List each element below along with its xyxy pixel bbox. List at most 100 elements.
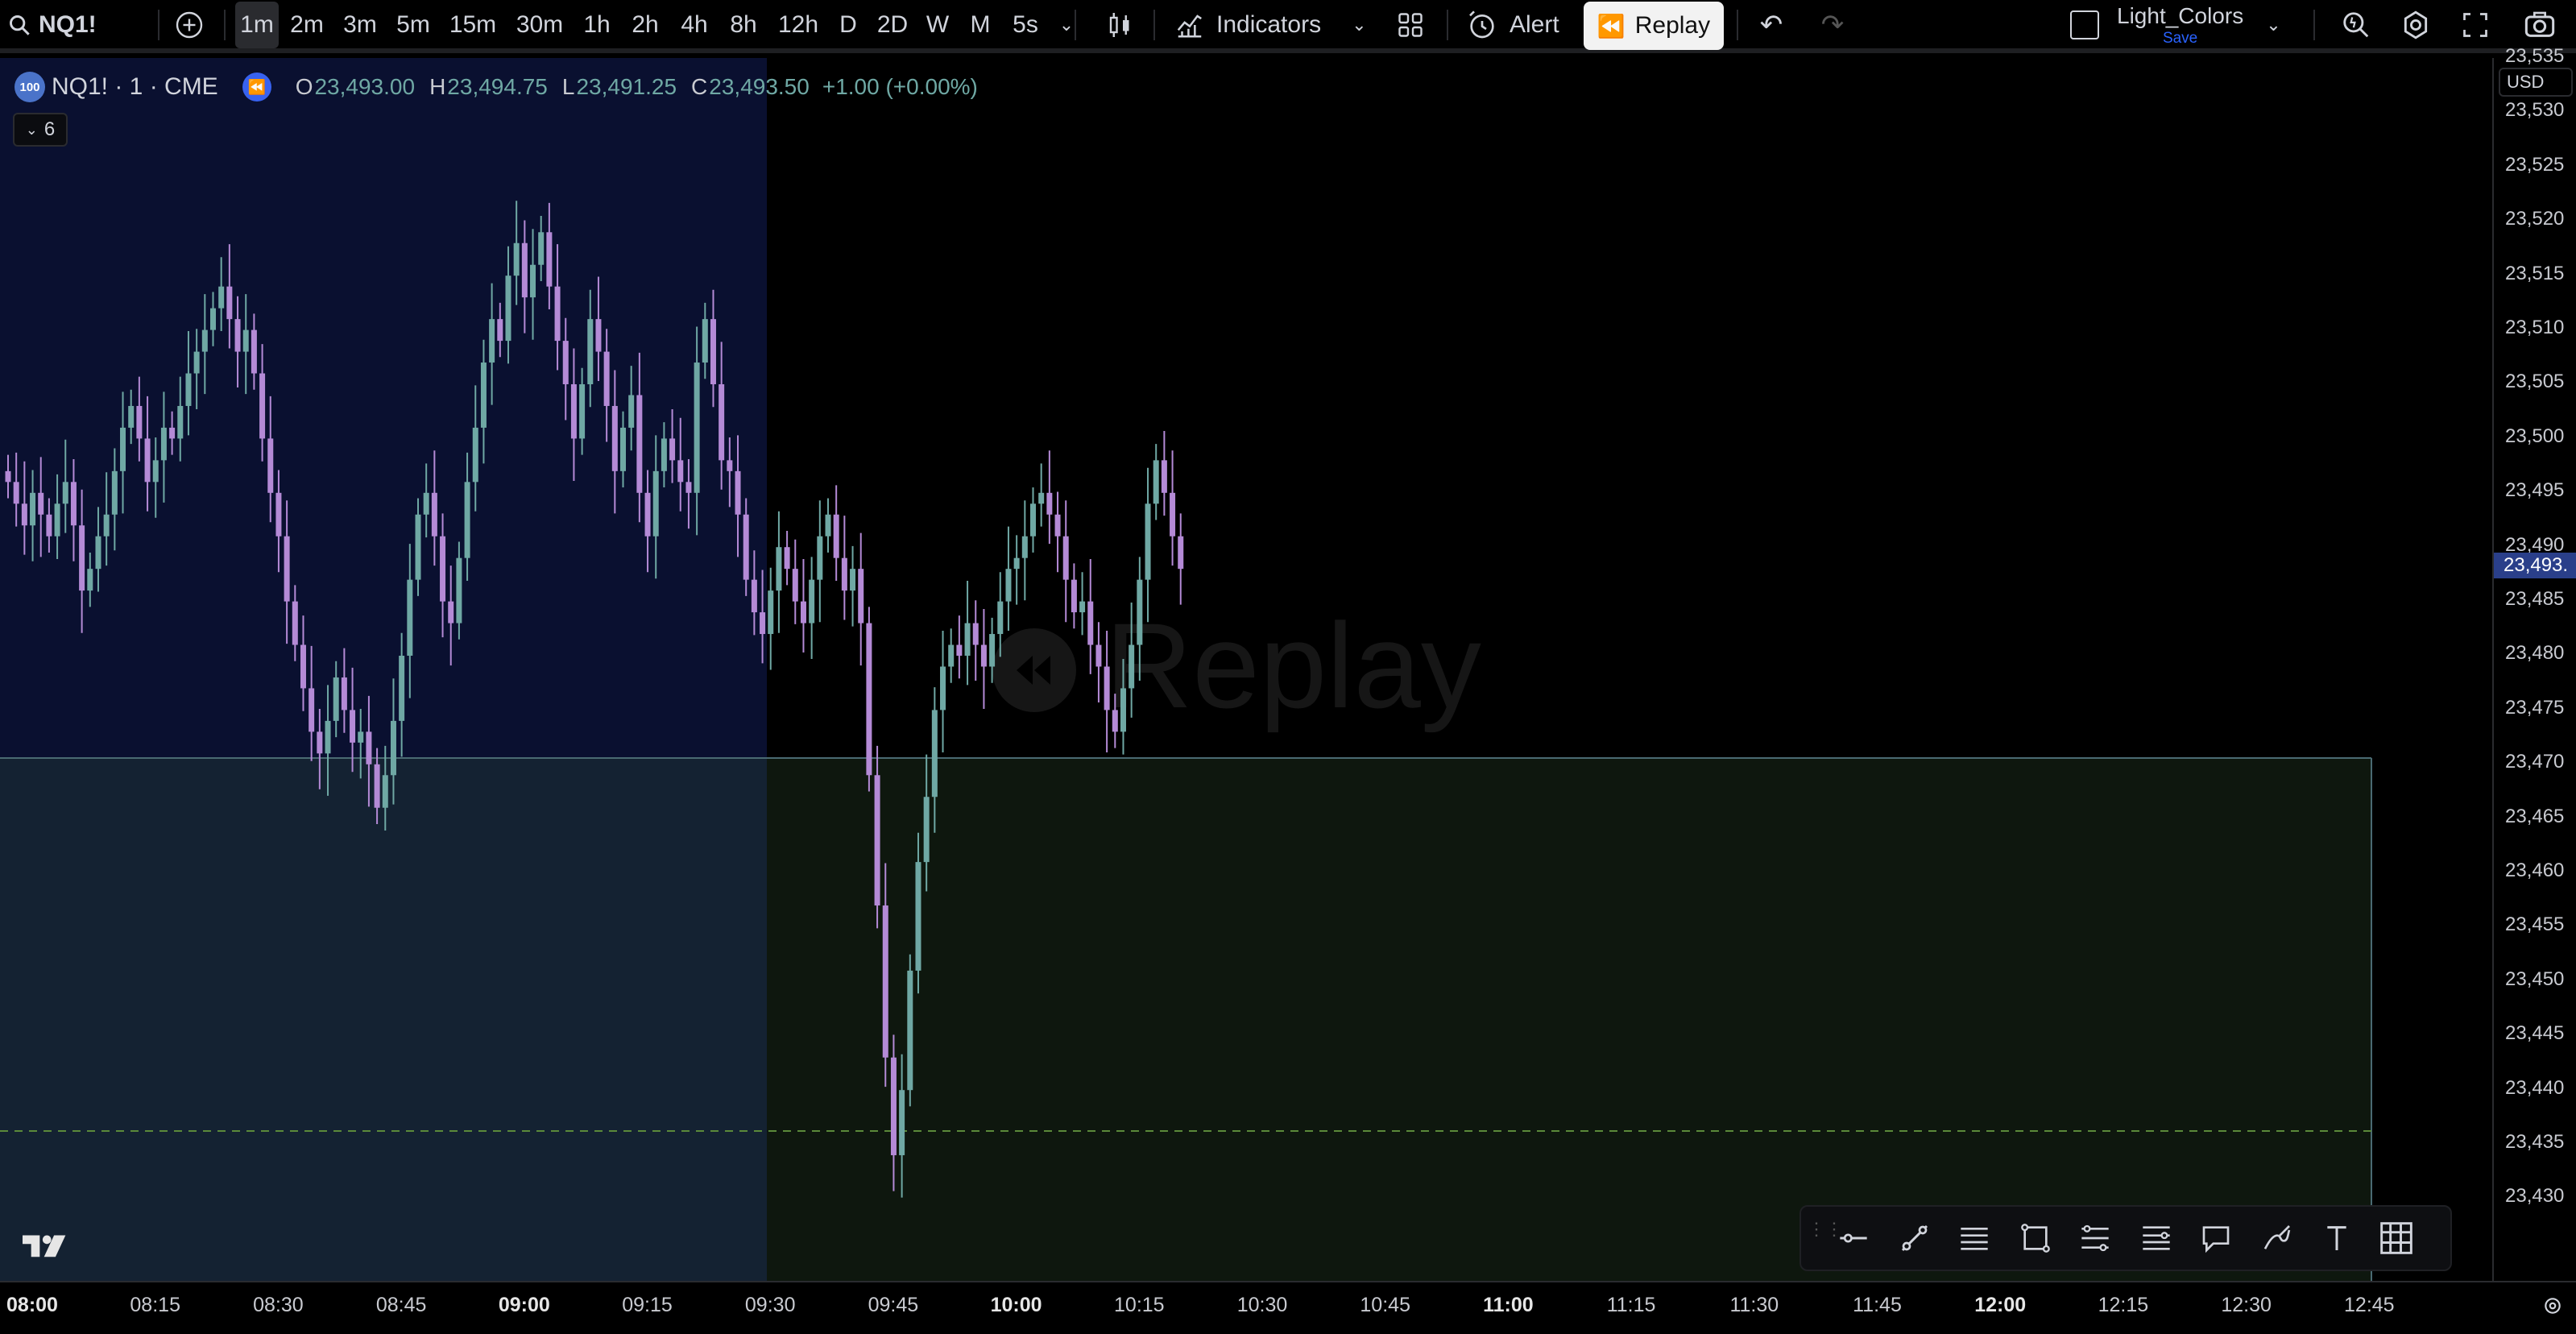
settings-button[interactable] [2396, 0, 2436, 50]
brush-tool[interactable] [2257, 1218, 2297, 1258]
symbol-label: NQ1! [39, 11, 97, 38]
indicator-count: 6 [43, 118, 56, 140]
interval-15m[interactable]: 15m [441, 0, 504, 50]
indicators-icon [1177, 14, 1202, 38]
candle-body [874, 775, 880, 906]
candle-body [5, 470, 11, 483]
layout-name-block: Light_Colors Save [2117, 4, 2243, 46]
symbol-search[interactable]: NQ1! [8, 0, 121, 50]
time-label: 12:00 [1974, 1294, 2027, 1316]
candle-body [242, 329, 249, 352]
fib-levels-icon [2081, 1224, 2109, 1252]
undo-button[interactable]: ↶ [1751, 0, 1791, 50]
interval-3m[interactable]: 3m [335, 0, 385, 50]
range-box [767, 758, 2371, 1281]
quick-search-button[interactable] [2336, 0, 2376, 50]
time-label: 11:30 [1729, 1294, 1779, 1316]
interval-30m[interactable]: 30m [507, 0, 572, 50]
interval-W[interactable]: W [918, 0, 957, 50]
symbol-description[interactable]: NQ1! · 1 · CME [52, 73, 218, 101]
replay-button[interactable]: ⏪ Replay [1584, 2, 1724, 50]
candle-body [694, 362, 700, 493]
tradingview-logo[interactable] [23, 1231, 74, 1264]
interval-2m[interactable]: 2m [282, 0, 332, 50]
candle-body [234, 319, 241, 352]
candle-body [923, 797, 930, 863]
drag-handle[interactable]: ⋮⋮ [1808, 1220, 1843, 1252]
candle-body [1046, 492, 1053, 515]
candle-body [513, 242, 520, 276]
candle-body [620, 427, 626, 471]
axis-settings-button[interactable] [2541, 1294, 2565, 1318]
fib-retracement-tool[interactable] [2075, 1218, 2115, 1258]
fullscreen-button[interactable] [2455, 0, 2495, 50]
candle-body [890, 1057, 897, 1156]
interval-1m[interactable]: 1m [235, 2, 279, 48]
candle-body [144, 438, 151, 483]
trend-line-tool[interactable] [1895, 1218, 1935, 1258]
candle-body [677, 460, 684, 483]
interval-D[interactable]: D [830, 0, 867, 50]
time-axis[interactable]: 08:00 08:15 08:30 08:45 09:00 09:15 09:30 09:45… [0, 1281, 2576, 1334]
candle-body [111, 470, 118, 515]
rectangle-tool[interactable] [2015, 1218, 2056, 1258]
parallel-channel-tool[interactable] [1954, 1218, 1994, 1258]
templates-button[interactable] [1390, 0, 1431, 50]
price-label: 23,465 [2505, 805, 2565, 827]
pitchfork-tool[interactable] [2136, 1218, 2176, 1258]
candle-body [38, 492, 44, 515]
currency-button[interactable]: USD [2499, 68, 2573, 97]
horizontal-ray-tool[interactable] [1833, 1218, 1874, 1258]
time-label: 09:00 [498, 1294, 550, 1316]
candle-body [743, 514, 749, 580]
interval-2h[interactable]: 2h [622, 0, 669, 50]
candle-body [652, 470, 659, 536]
interval-5s[interactable]: 5s [1004, 0, 1047, 50]
time-label: 09:30 [744, 1294, 796, 1316]
chevron-down-icon: ⌄ [2266, 14, 2281, 35]
chart-type-button[interactable] [1100, 0, 1141, 50]
rewind-icon: ⏪ [1597, 13, 1626, 39]
candle-body [1095, 644, 1102, 667]
interval-12h[interactable]: 12h [770, 0, 826, 50]
interval-4h[interactable]: 4h [672, 0, 717, 50]
separator [1075, 10, 1076, 40]
interval-dropdown-chevron-icon[interactable]: ⌄ [1050, 0, 1083, 50]
callout-tool[interactable] [2196, 1218, 2236, 1258]
snapshot-button[interactable] [2518, 0, 2562, 50]
price-label: 23,510 [2505, 317, 2565, 338]
interval-1h[interactable]: 1h [575, 0, 619, 50]
candle-body [579, 384, 586, 439]
chart-pane[interactable]: Replay [0, 58, 2492, 1281]
indicators-collapse-button[interactable]: ⌄ 6 [13, 113, 68, 147]
interval-8h[interactable]: 8h [720, 0, 767, 50]
candle-body [70, 482, 77, 526]
top-toolbar: NQ1! 1m 2m 3m 5m 15m 30m 1h 2h 4h 8h 12h D 2D W M 5s ⌄ I… [0, 0, 2576, 53]
time-label: 12:45 [2344, 1294, 2395, 1316]
text-tool[interactable] [2317, 1218, 2357, 1258]
price-chart[interactable]: Replay [0, 58, 2492, 1281]
candle-body [940, 666, 946, 710]
indicators-button[interactable]: Indicators ⌄ [1174, 0, 1376, 50]
price-label: 23,520 [2505, 208, 2565, 230]
candle-body [120, 427, 126, 471]
table-tool[interactable] [2376, 1218, 2417, 1258]
alert-button[interactable]: Alert [1466, 0, 1579, 50]
candle-body [259, 373, 266, 439]
candle-body [644, 492, 651, 536]
currency-label: USD [2507, 72, 2545, 92]
interval-5m[interactable]: 5m [388, 0, 438, 50]
time-label: 12:15 [2098, 1294, 2149, 1316]
redo-button[interactable]: ↷ [1812, 0, 1853, 50]
layout-selector[interactable]: Light_Colors Save ⌄ [2070, 0, 2304, 50]
interval-M[interactable]: M [960, 0, 1000, 50]
candle-body [931, 710, 938, 798]
layout-square-icon [2070, 10, 2099, 39]
price-axis[interactable]: USD 23,535 23,530 23,525 23,520 23,515 23,510… [2492, 45, 2576, 1281]
replay-indicator-icon[interactable]: ⏪ [242, 72, 271, 102]
separator [2313, 10, 2315, 40]
candle-body [1087, 601, 1094, 645]
interval-2D[interactable]: 2D [870, 0, 915, 50]
candle-body [390, 720, 396, 776]
compare-button[interactable] [169, 0, 209, 50]
